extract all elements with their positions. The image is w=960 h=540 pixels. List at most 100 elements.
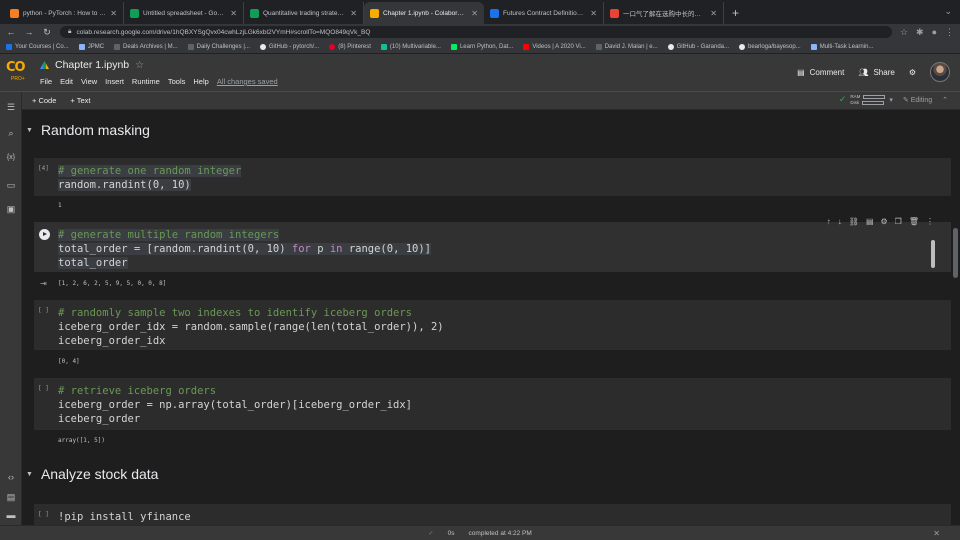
code-snippets-icon[interactable]: ‹› xyxy=(5,472,17,482)
menu-file[interactable]: File xyxy=(40,77,52,86)
forward-icon[interactable]: → xyxy=(24,27,34,37)
bookmark[interactable]: Your Courses | Co... xyxy=(6,43,69,50)
runtime-resources[interactable]: ✓ RAM Disk ▾ xyxy=(839,94,893,105)
cell-code[interactable]: # generate multiple random integers tota… xyxy=(58,228,432,270)
bookmark[interactable]: Deals Archives | M... xyxy=(114,43,178,50)
extensions-icon[interactable]: ✱ xyxy=(916,27,924,38)
menu-view[interactable]: View xyxy=(81,77,97,86)
colab-logo[interactable]: CO PRO+ xyxy=(6,60,32,82)
bookmark[interactable]: Multi-Task Learnin... xyxy=(810,43,873,50)
execution-time: 0s xyxy=(447,529,455,537)
cell-code[interactable]: !pip install yfinance xyxy=(58,510,191,524)
browser-tab[interactable]: Quantitative trading strategies... ✕ xyxy=(244,2,364,24)
code-cell[interactable]: [ ] # retrieve iceberg orders iceberg_or… xyxy=(34,378,951,430)
cell-code[interactable]: # retrieve iceberg orders iceberg_order … xyxy=(58,384,412,426)
browser-tab-active[interactable]: Chapter 1.ipynb - Colaboratory ✕ xyxy=(364,2,484,24)
avatar[interactable] xyxy=(930,62,950,82)
mirror-icon[interactable]: ❐ xyxy=(895,217,902,226)
close-tab-icon[interactable]: ✕ xyxy=(110,9,117,18)
search-icon[interactable]: ⌕ xyxy=(5,128,17,139)
menu-runtime[interactable]: Runtime xyxy=(132,77,160,86)
cell-code[interactable]: # randomly sample two indexes to identif… xyxy=(58,306,444,348)
new-tab-button[interactable]: + xyxy=(724,6,747,24)
browser-tab[interactable]: Untitled spreadsheet - Google Sheets ✕ xyxy=(124,2,244,24)
bookmark-star-icon[interactable]: ☆ xyxy=(900,27,908,38)
variables-icon[interactable]: {x} xyxy=(5,154,17,161)
bookmark[interactable]: bearloga/bayesop... xyxy=(739,43,801,50)
browser-tab[interactable]: Futures Contract Definition: Types ✕ xyxy=(484,2,604,24)
menu-insert[interactable]: Insert xyxy=(105,77,124,86)
browser-menu-icon[interactable]: ⋮ xyxy=(945,27,954,38)
run-cell-button[interactable] xyxy=(39,229,50,240)
collapse-header-icon[interactable]: ⌃ xyxy=(942,96,948,104)
bookmark-icon xyxy=(810,43,817,50)
tab-title: Chapter 1.ipynb - Colaboratory xyxy=(383,9,468,17)
collapse-chevron-icon[interactable]: ▼ xyxy=(26,471,33,478)
output-actions-icon[interactable]: ⇥ xyxy=(40,279,47,288)
star-icon[interactable]: ☆ xyxy=(135,60,144,71)
add-code-button[interactable]: + Code xyxy=(32,96,56,105)
cell-scrollbar[interactable] xyxy=(931,240,935,268)
more-icon[interactable]: ⋮ xyxy=(926,217,934,226)
bookmarks-bar: Your Courses | Co... JPMC Deals Archives… xyxy=(0,40,960,54)
bookmark[interactable]: GitHub - Garanda... xyxy=(667,43,729,50)
files-folder-icon[interactable]: ▭ xyxy=(5,180,17,191)
table-of-contents-icon[interactable]: ☰ xyxy=(5,102,17,113)
url-field[interactable]: 🔒︎ colab.research.google.com/drive/1hQBX… xyxy=(60,26,892,38)
code-cell-active[interactable]: # generate multiple random integers tota… xyxy=(34,222,951,272)
close-icon[interactable]: ✕ xyxy=(933,529,940,538)
link-icon[interactable]: ⛓ xyxy=(849,217,859,226)
bookmark[interactable]: Videos | A 2020 Vi... xyxy=(523,43,586,50)
comment-button[interactable]: ▤ Comment xyxy=(797,68,844,77)
close-tab-icon[interactable]: ✕ xyxy=(471,9,478,18)
investopedia-icon xyxy=(490,8,499,18)
bookmark[interactable]: David J. Malan | e... xyxy=(595,43,658,50)
delete-icon[interactable]: 🗑︎ xyxy=(909,217,919,226)
bookmark[interactable]: Learn Python, Dat... xyxy=(450,43,513,50)
bookmark[interactable]: GitHub - pytorch/... xyxy=(259,43,319,50)
code-cell[interactable]: [ ] !pip install yfinance xyxy=(34,504,951,525)
move-up-icon[interactable]: ↑ xyxy=(827,217,831,226)
settings-gear-icon[interactable]: ⚙ xyxy=(881,217,888,226)
bookmark-icon xyxy=(187,43,194,50)
back-icon[interactable]: ← xyxy=(6,27,16,37)
notebook-title[interactable]: Chapter 1.ipynb xyxy=(55,59,129,71)
execution-count: [ ] xyxy=(38,511,49,518)
editing-mode[interactable]: ✎ Editing xyxy=(903,96,932,104)
code-cell[interactable]: [ ] # randomly sample two indexes to ide… xyxy=(34,300,951,350)
page-scrollbar[interactable] xyxy=(953,228,958,278)
close-tab-icon[interactable]: ✕ xyxy=(230,9,237,18)
cell-code[interactable]: # generate one random integer random.ran… xyxy=(58,164,242,192)
browser-tab[interactable]: 一口气了解在选购中长的四专业十✕ xyxy=(604,2,724,24)
reload-icon[interactable]: ↻ xyxy=(42,27,52,38)
browser-tab[interactable]: python - PyTorch : How to print... ✕ xyxy=(4,2,124,24)
settings-gear-icon[interactable]: ⚙ xyxy=(909,68,916,77)
terminal-icon[interactable]: ▬ xyxy=(5,510,17,520)
section-heading[interactable]: ▼ Analyze stock data xyxy=(22,466,158,482)
bookmark[interactable]: Daily Challenges |... xyxy=(187,43,250,50)
chevron-down-icon[interactable]: ▾ xyxy=(889,96,893,104)
bookmark[interactable]: (10) Multivariable... xyxy=(380,43,441,50)
move-down-icon[interactable]: ↓ xyxy=(838,217,842,226)
section-heading[interactable]: ▼ Random masking xyxy=(22,122,150,138)
menu-help[interactable]: Help xyxy=(193,77,208,86)
collapse-chevron-icon[interactable]: ▼ xyxy=(26,127,33,134)
add-text-button[interactable]: + Text xyxy=(70,96,90,105)
bookmark[interactable]: (8) Pinterest xyxy=(329,43,371,50)
menu-edit[interactable]: Edit xyxy=(60,77,73,86)
close-tab-icon[interactable]: ✕ xyxy=(710,9,717,18)
tab-search-icon[interactable]: ⌄ xyxy=(944,6,952,17)
command-palette-icon[interactable]: ▤ xyxy=(5,492,17,503)
close-tab-icon[interactable]: ✕ xyxy=(350,9,357,18)
menu-tools[interactable]: Tools xyxy=(168,77,186,86)
code-cell[interactable]: [4] # generate one random integer random… xyxy=(34,158,951,196)
cell-output: array([1, 5]) xyxy=(58,437,105,444)
secrets-icon[interactable]: ▣ xyxy=(5,204,17,215)
close-tab-icon[interactable]: ✕ xyxy=(590,9,597,18)
share-button[interactable]: 👥︎ Share xyxy=(858,68,895,77)
url-text: colab.research.google.com/drive/1hQBXYSg… xyxy=(76,28,371,36)
bookmark[interactable]: JPMC xyxy=(78,43,104,50)
save-status[interactable]: All changes saved xyxy=(217,77,278,86)
profile-icon[interactable]: ● xyxy=(932,27,937,38)
comment-icon[interactable]: ▤ xyxy=(866,217,874,226)
